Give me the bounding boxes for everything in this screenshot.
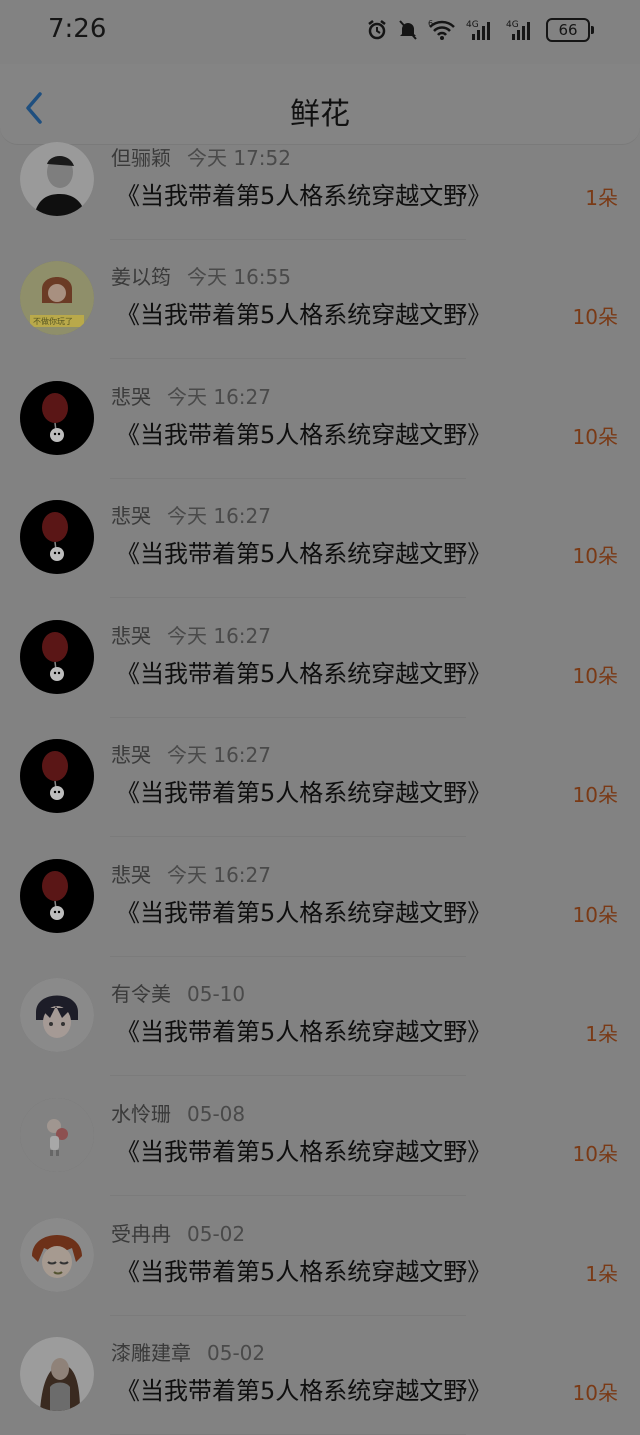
sender-line: 悲哭 今天 16:27 <box>111 739 271 768</box>
book-title[interactable]: 《当我带着第5人格系统穿越文野》 <box>116 534 491 569</box>
book-title[interactable]: 《当我带着第5人格系统穿越文野》 <box>116 176 491 211</box>
sender-line: 有令美 05-10 <box>111 978 245 1007</box>
sender-name[interactable]: 悲哭 <box>111 624 151 648</box>
send-time: 今天 17:52 <box>187 146 291 170</box>
sender-line: 悲哭 今天 16:27 <box>111 859 271 888</box>
send-time: 今天 16:27 <box>167 624 271 648</box>
sender-name[interactable]: 有令美 <box>111 982 171 1006</box>
avatar[interactable] <box>20 381 94 455</box>
send-time: 今天 16:27 <box>167 863 271 887</box>
book-title[interactable]: 《当我带着第5人格系统穿越文野》 <box>116 1371 491 1406</box>
status-time: 7:26 <box>48 14 107 44</box>
flower-record-row[interactable]: 悲哭 今天 16:27 《当我带着第5人格系统穿越文野》 10朵 <box>0 478 640 598</box>
sender-line: 悲哭 今天 16:27 <box>111 620 271 649</box>
send-time: 05-02 <box>187 1222 246 1246</box>
flower-amount: 10朵 <box>572 664 618 688</box>
send-time: 今天 16:27 <box>167 385 271 409</box>
flower-record-row[interactable]: 悲哭 今天 16:27 《当我带着第5人格系统穿越文野》 10朵 <box>0 717 640 837</box>
sender-line: 姜以筠 今天 16:55 <box>111 261 291 290</box>
avatar[interactable] <box>20 620 94 694</box>
flower-record-row[interactable]: 悲哭 今天 16:27 《当我带着第5人格系统穿越文野》 10朵 <box>0 837 640 957</box>
flower-amount: 10朵 <box>572 903 618 927</box>
avatar[interactable] <box>20 859 94 933</box>
avatar[interactable] <box>20 1337 94 1411</box>
sender-name[interactable]: 漆雕建章 <box>111 1341 191 1365</box>
flower-record-row[interactable]: 但骊颖 今天 17:52 《当我带着第5人格系统穿越文野》 1朵 <box>0 120 640 240</box>
avatar[interactable] <box>20 1218 94 1292</box>
book-title[interactable]: 《当我带着第5人格系统穿越文野》 <box>116 1252 491 1287</box>
flower-amount: 10朵 <box>572 305 618 329</box>
send-time: 05-02 <box>207 1341 266 1365</box>
mute-icon <box>398 19 418 41</box>
avatar[interactable] <box>20 1098 94 1172</box>
signal-4g-icon: 4G <box>506 19 536 41</box>
sender-line: 受冉冉 05-02 <box>111 1218 245 1247</box>
flower-record-row[interactable]: 有令美 05-10 《当我带着第5人格系统穿越文野》 1朵 <box>0 956 640 1076</box>
sender-name[interactable]: 悲哭 <box>111 385 151 409</box>
flower-amount: 10朵 <box>572 425 618 449</box>
book-title[interactable]: 《当我带着第5人格系统穿越文野》 <box>116 654 491 689</box>
signal-4g-icon: 4G <box>466 19 496 41</box>
wifi-icon: 6 <box>428 19 456 41</box>
status-bar: 7:26 6 4G 4G 66 <box>0 0 640 64</box>
sender-line: 漆雕建章 05-02 <box>111 1337 265 1366</box>
book-title[interactable]: 《当我带着第5人格系统穿越文野》 <box>116 893 491 928</box>
sender-line: 悲哭 今天 16:27 <box>111 381 271 410</box>
flower-amount: 1朵 <box>585 1022 618 1046</box>
sender-name[interactable]: 水怜珊 <box>111 1102 171 1126</box>
send-time: 05-10 <box>187 982 246 1006</box>
sender-name[interactable]: 姜以筠 <box>111 265 171 289</box>
book-title[interactable]: 《当我带着第5人格系统穿越文野》 <box>116 415 491 450</box>
status-icons: 6 4G 4G 66 <box>366 18 594 42</box>
svg-text:6: 6 <box>428 19 433 28</box>
flower-record-row[interactable]: 悲哭 今天 16:27 《当我带着第5人格系统穿越文野》 10朵 <box>0 598 640 718</box>
sender-name[interactable]: 但骊颖 <box>111 146 171 170</box>
send-time: 今天 16:27 <box>167 504 271 528</box>
flower-amount: 10朵 <box>572 783 618 807</box>
flower-amount: 10朵 <box>572 1381 618 1405</box>
book-title[interactable]: 《当我带着第5人格系统穿越文野》 <box>116 773 491 808</box>
avatar[interactable] <box>20 500 94 574</box>
flower-record-row[interactable]: 不做你玩了 姜以筠 今天 16:55 《当我带着第5人格系统穿越文野》 10朵 <box>0 239 640 359</box>
sender-name[interactable]: 悲哭 <box>111 504 151 528</box>
send-time: 05-08 <box>187 1102 246 1126</box>
alarm-icon <box>366 19 388 41</box>
flower-amount: 1朵 <box>585 186 618 210</box>
sender-name[interactable]: 悲哭 <box>111 743 151 767</box>
book-title[interactable]: 《当我带着第5人格系统穿越文野》 <box>116 295 491 330</box>
flower-amount: 10朵 <box>572 1142 618 1166</box>
send-time: 今天 16:27 <box>167 743 271 767</box>
book-title[interactable]: 《当我带着第5人格系统穿越文野》 <box>116 1132 491 1167</box>
flower-amount: 10朵 <box>572 544 618 568</box>
sender-line: 但骊颖 今天 17:52 <box>111 142 291 171</box>
flower-amount: 1朵 <box>585 1262 618 1286</box>
battery-indicator: 66 <box>546 18 594 42</box>
flower-record-row[interactable]: 水怜珊 05-08 《当我带着第5人格系统穿越文野》 10朵 <box>0 1076 640 1196</box>
send-time: 今天 16:55 <box>187 265 291 289</box>
book-title[interactable]: 《当我带着第5人格系统穿越文野》 <box>116 1012 491 1047</box>
avatar[interactable] <box>20 142 94 216</box>
svg-text:4G: 4G <box>466 20 479 30</box>
flower-record-row[interactable]: 悲哭 今天 16:27 《当我带着第5人格系统穿越文野》 10朵 <box>0 359 640 479</box>
avatar[interactable] <box>20 978 94 1052</box>
sender-name[interactable]: 悲哭 <box>111 863 151 887</box>
avatar[interactable] <box>20 739 94 813</box>
sender-line: 悲哭 今天 16:27 <box>111 500 271 529</box>
sender-line: 水怜珊 05-08 <box>111 1098 245 1127</box>
svg-text:4G: 4G <box>506 20 519 30</box>
flower-record-row[interactable]: 受冉冉 05-02 《当我带着第5人格系统穿越文野》 1朵 <box>0 1196 640 1316</box>
svg-text:不做你玩了: 不做你玩了 <box>33 316 73 326</box>
flower-record-row[interactable]: 漆雕建章 05-02 《当我带着第5人格系统穿越文野》 10朵 <box>0 1315 640 1435</box>
sender-name[interactable]: 受冉冉 <box>111 1222 171 1246</box>
avatar[interactable]: 不做你玩了 <box>20 261 94 335</box>
